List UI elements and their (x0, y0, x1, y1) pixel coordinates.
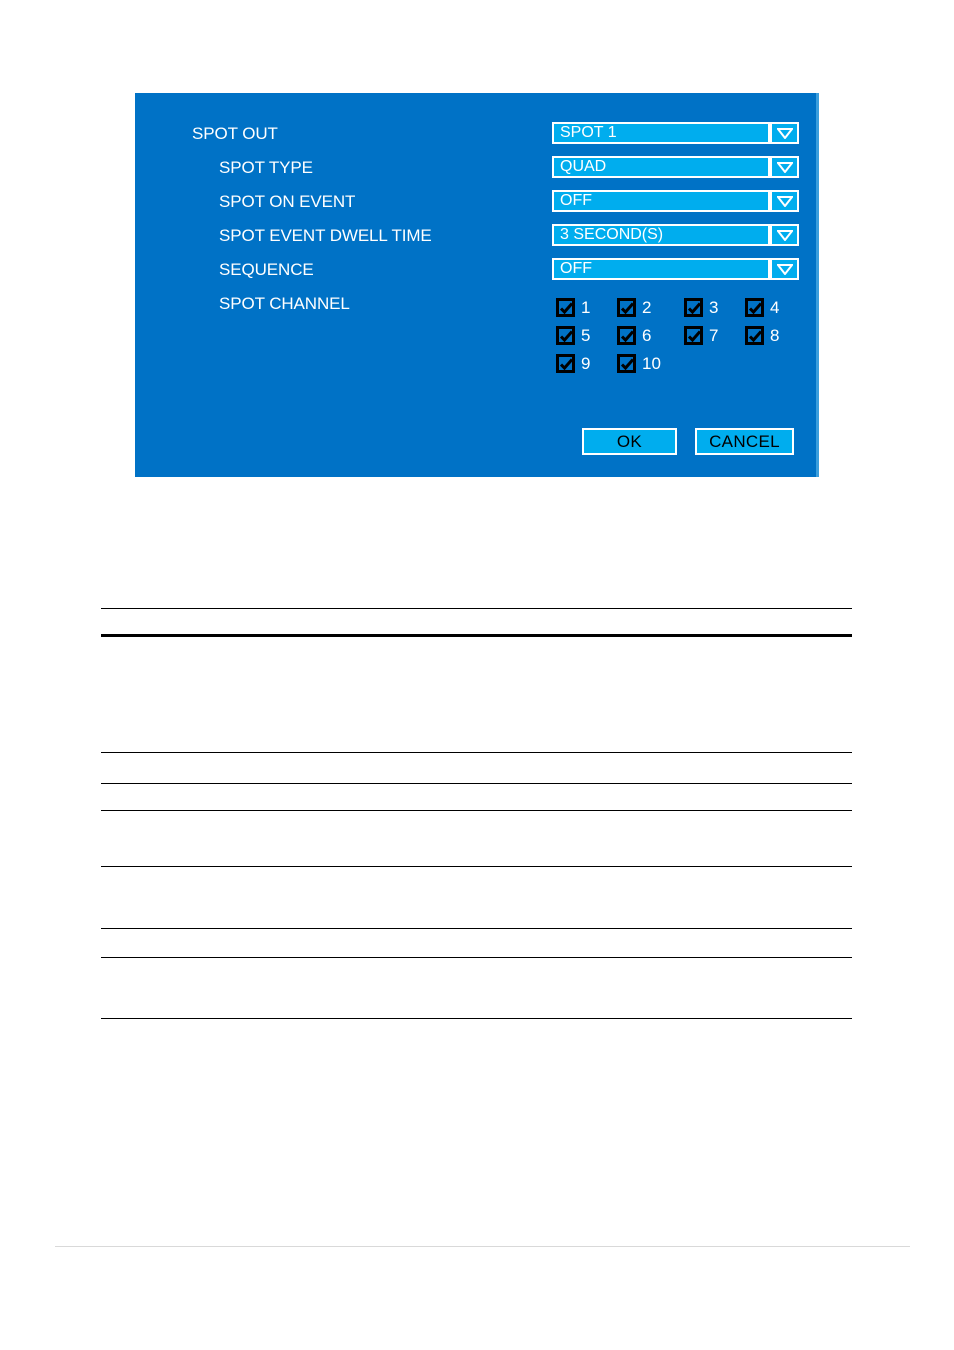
dropdown-spot-event-dwell-time-field[interactable]: 3 SECOND(S) (552, 224, 770, 246)
setting-row-spot-out: SPOT OUT SPOT 1 (135, 122, 819, 146)
checkbox-checked-icon[interactable] (556, 354, 575, 373)
channel-checkbox-7[interactable]: 7 (684, 326, 718, 345)
channel-label: 9 (581, 354, 591, 373)
label-spot-event-dwell-time: SPOT EVENT DWELL TIME (219, 226, 432, 245)
checkbox-checked-icon[interactable] (745, 326, 764, 345)
table-rule (101, 752, 852, 754)
dropdown-spot-event-dwell-time-value: 3 SECOND(S) (560, 226, 664, 243)
checkbox-checked-icon[interactable] (617, 326, 636, 345)
dropdown-spot-on-event[interactable]: OFF (552, 190, 799, 212)
setting-row-sequence: SEQUENCE OFF (135, 258, 819, 282)
check-icon (688, 330, 701, 343)
channel-checkbox-9[interactable]: 9 (556, 354, 590, 373)
check-icon (621, 302, 634, 315)
label-spot-type: SPOT TYPE (219, 158, 313, 177)
chevron-down-icon (776, 263, 793, 275)
setting-row-spot-event-dwell-time: SPOT EVENT DWELL TIME 3 SECOND(S) (135, 224, 819, 248)
channel-checkbox-8[interactable]: 8 (745, 326, 779, 345)
setting-row-spot-type: SPOT TYPE QUAD (135, 156, 819, 180)
table-rule (101, 1018, 852, 1020)
check-icon (621, 358, 634, 371)
channel-label: 2 (642, 298, 652, 317)
checkbox-checked-icon[interactable] (745, 298, 764, 317)
channel-checkbox-5[interactable]: 5 (556, 326, 590, 345)
check-icon (560, 302, 573, 315)
dropdown-spot-event-dwell-time-arrow-button[interactable] (770, 224, 799, 246)
channel-checkbox-6[interactable]: 6 (617, 326, 651, 345)
label-spot-out: SPOT OUT (192, 124, 278, 143)
check-icon (621, 330, 634, 343)
checkbox-checked-icon[interactable] (617, 354, 636, 373)
check-icon (560, 330, 573, 343)
dropdown-sequence[interactable]: OFF (552, 258, 799, 280)
label-spot-channel: SPOT CHANNEL (219, 294, 350, 313)
table-rule (101, 634, 852, 637)
dropdown-spot-out[interactable]: SPOT 1 (552, 122, 799, 144)
check-icon (688, 302, 701, 315)
channel-label: 1 (581, 298, 591, 317)
channel-checkbox-4[interactable]: 4 (745, 298, 779, 317)
label-spot-on-event: SPOT ON EVENT (219, 192, 356, 211)
channel-checkbox-1[interactable]: 1 (556, 298, 590, 317)
document-page: SPOT OUT SPOT 1 SPOT TYPE QUAD SPOT ON E… (0, 0, 954, 1350)
channel-label: 7 (709, 326, 719, 345)
dropdown-spot-type-arrow-button[interactable] (770, 156, 799, 178)
channel-label: 10 (642, 354, 661, 373)
chevron-down-icon (776, 127, 793, 139)
dropdown-spot-out-field[interactable]: SPOT 1 (552, 122, 770, 144)
dropdown-spot-type-field[interactable]: QUAD (552, 156, 770, 178)
dropdown-spot-out-value: SPOT 1 (560, 124, 617, 141)
dropdown-sequence-value: OFF (560, 260, 592, 277)
dropdown-spot-on-event-field[interactable]: OFF (552, 190, 770, 212)
checkbox-checked-icon[interactable] (684, 298, 703, 317)
table-rule (101, 928, 852, 930)
table-rule (101, 957, 852, 959)
dropdown-spot-on-event-value: OFF (560, 192, 592, 209)
setting-row-spot-on-event: SPOT ON EVENT OFF (135, 190, 819, 214)
channel-label: 4 (770, 298, 780, 317)
channel-label: 5 (581, 326, 591, 345)
check-icon (560, 358, 573, 371)
dropdown-spot-out-arrow-button[interactable] (770, 122, 799, 144)
chevron-down-icon (776, 229, 793, 241)
check-icon (749, 330, 762, 343)
channel-label: 8 (770, 326, 780, 345)
table-rule (101, 810, 852, 812)
checkbox-checked-icon[interactable] (556, 298, 575, 317)
chevron-down-icon (776, 195, 793, 207)
dropdown-spot-type-value: QUAD (560, 158, 607, 175)
ok-button[interactable]: OK (582, 428, 677, 455)
spot-out-dialog: SPOT OUT SPOT 1 SPOT TYPE QUAD SPOT ON E… (135, 93, 819, 477)
table-rule (101, 866, 852, 868)
check-icon (749, 302, 762, 315)
footer-separator (55, 1246, 910, 1247)
chevron-down-icon (776, 161, 793, 173)
table-rule (101, 783, 852, 785)
dropdown-spot-on-event-arrow-button[interactable] (770, 190, 799, 212)
label-sequence: SEQUENCE (219, 260, 314, 279)
checkbox-checked-icon[interactable] (684, 326, 703, 345)
checkbox-checked-icon[interactable] (617, 298, 636, 317)
channel-checkbox-2[interactable]: 2 (617, 298, 651, 317)
dropdown-sequence-arrow-button[interactable] (770, 258, 799, 280)
channel-label: 3 (709, 298, 719, 317)
checkbox-checked-icon[interactable] (556, 326, 575, 345)
cancel-button[interactable]: CANCEL (695, 428, 794, 455)
channel-checkbox-10[interactable]: 10 (617, 354, 661, 373)
dropdown-spot-type[interactable]: QUAD (552, 156, 799, 178)
channel-checkbox-3[interactable]: 3 (684, 298, 718, 317)
channel-label: 6 (642, 326, 652, 345)
dropdown-spot-event-dwell-time[interactable]: 3 SECOND(S) (552, 224, 799, 246)
table-rule (101, 608, 852, 610)
dropdown-sequence-field[interactable]: OFF (552, 258, 770, 280)
